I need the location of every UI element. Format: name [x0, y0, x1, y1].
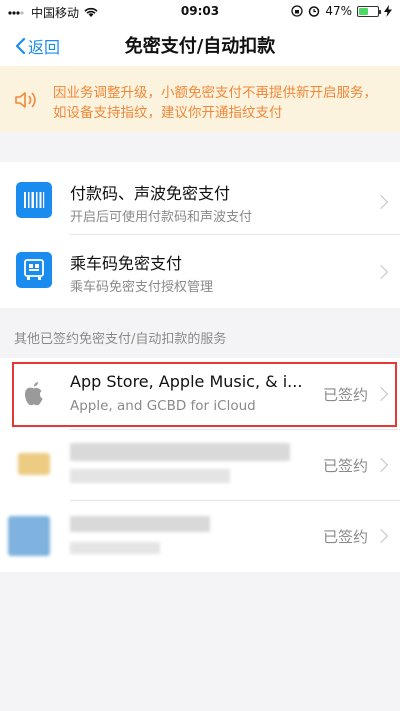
orientation-lock-icon [291, 5, 303, 17]
chevron-right-icon [373, 194, 389, 210]
service-title: App Store, Apple Music, & i... [70, 372, 303, 391]
payment-code-title: 付款码、声波免密支付 [70, 184, 231, 203]
section-label: 其他已签约免密支付/自动扣款的服务 [14, 332, 227, 347]
status-bar: 中国移动 09:03 47% [0, 0, 400, 24]
page-title: 免密支付/自动扣款 [124, 36, 276, 57]
barcode-icon [16, 182, 52, 218]
chevron-right-icon [373, 457, 389, 473]
service-status: 已签约 [322, 386, 368, 404]
notice-text: 因业务调整升级，小额免密支付不再提供新开启服务，如设备支持指纹，建议你开通指纹支… [53, 85, 377, 121]
chevron-right-icon [373, 386, 389, 402]
row-divider [70, 429, 400, 430]
apple-icon [16, 376, 52, 412]
bus-code-option[interactable]: 乘车码免密支付 乘车码免密支付授权管理 [0, 240, 400, 304]
battery-fill [359, 7, 369, 15]
battery-icon [357, 5, 381, 17]
bus-qr-icon [16, 252, 52, 288]
service-row-apple[interactable]: App Store, Apple Music, & i... Apple, an… [0, 362, 400, 426]
services-card: App Store, Apple Music, & i... Apple, an… [0, 358, 400, 572]
service-row-blurred-2[interactable]: 已签约 [0, 504, 400, 568]
payment-code-subtitle: 开启后可使用付款码和声波支付 [70, 210, 253, 225]
service-status: 已签约 [322, 457, 368, 475]
bus-code-title: 乘车码免密支付 [70, 254, 183, 273]
speaker-icon [15, 92, 36, 108]
blurred-service-subtitle [70, 469, 230, 483]
charging-icon [384, 5, 392, 17]
navigation-bar: 返回 免密支付/自动扣款 [0, 24, 400, 66]
chevron-right-icon [373, 264, 389, 280]
status-right: 47% [291, 4, 392, 18]
blurred-service-icon [18, 453, 50, 475]
battery-percent: 47% [325, 4, 352, 18]
chevron-right-icon [373, 528, 389, 544]
blurred-service-title [70, 516, 210, 532]
blurred-service-icon [8, 516, 50, 556]
payment-code-option[interactable]: 付款码、声波免密支付 开启后可使用付款码和声波支付 [0, 170, 400, 234]
row-divider [70, 234, 400, 235]
blurred-service-subtitle [70, 542, 160, 554]
payment-options-card: 付款码、声波免密支付 开启后可使用付款码和声波支付 乘车码免密支付 乘车码免密支… [0, 162, 400, 308]
row-divider [70, 500, 400, 501]
service-row-blurred-1[interactable]: 已签约 [0, 433, 400, 497]
service-subtitle: Apple, and GCBD for iCloud [70, 398, 256, 414]
service-status: 已签约 [322, 528, 368, 546]
alarm-icon [309, 6, 320, 17]
blurred-service-title [70, 443, 290, 461]
notice-banner: 因业务调整升级，小额免密支付不再提供新开启服务，如设备支持指纹，建议你开通指纹支… [0, 66, 400, 132]
bus-code-subtitle: 乘车码免密支付授权管理 [70, 280, 214, 295]
